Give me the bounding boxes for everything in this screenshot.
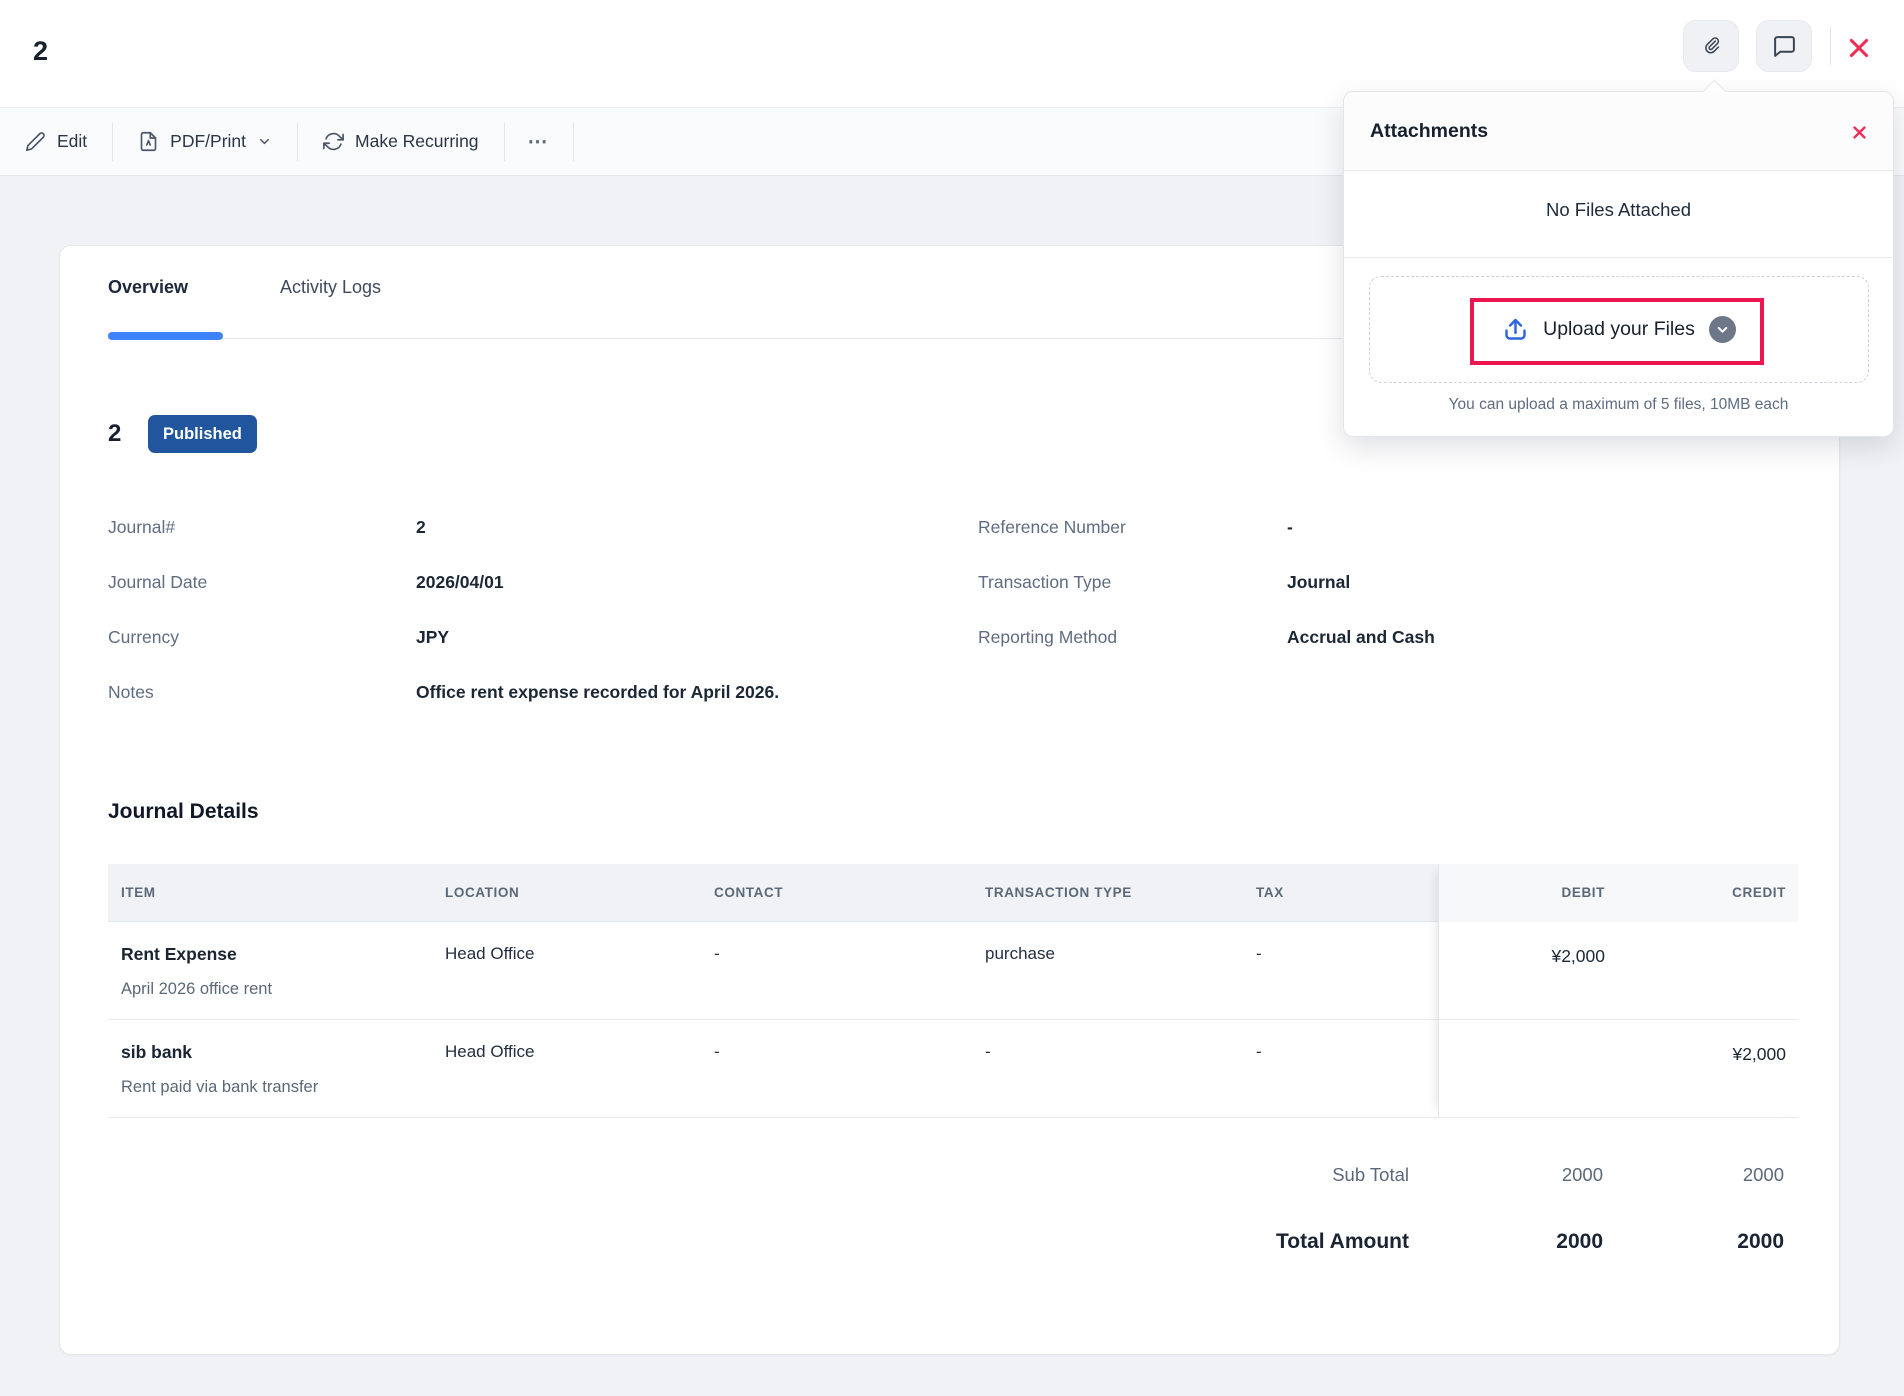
make-recurring-button[interactable]: Make Recurring xyxy=(298,108,504,175)
attachments-title: Attachments xyxy=(1370,120,1488,143)
upload-files-button[interactable]: Upload your Files xyxy=(1502,316,1736,343)
column-header-debit: DEBIT xyxy=(1562,864,1606,922)
more-actions-button[interactable]: ⋯ xyxy=(505,129,573,154)
field-label: Reporting Method xyxy=(978,627,1287,648)
field-row: Journal# 2 xyxy=(108,500,978,555)
journal-number-title: 2 xyxy=(108,420,121,448)
field-row: Reporting Method Accrual and Cash xyxy=(978,610,1838,665)
status-badge: Published xyxy=(148,415,257,453)
field-label: Journal# xyxy=(108,517,416,538)
field-row: Notes Office rent expense recorded for A… xyxy=(108,665,978,720)
row-transaction-type: purchase xyxy=(985,944,1055,964)
attachments-header: Attachments xyxy=(1344,92,1893,171)
chevron-down-icon xyxy=(257,134,272,149)
column-header-contact: CONTACT xyxy=(714,864,783,922)
upload-dropzone[interactable]: Upload your Files xyxy=(1369,276,1869,383)
row-tax: - xyxy=(1256,944,1262,964)
column-header-location: LOCATION xyxy=(445,864,519,922)
field-label: Journal Date xyxy=(108,572,416,593)
header-divider xyxy=(1830,27,1831,65)
tab-overview[interactable]: Overview xyxy=(108,277,188,298)
total-amount-credit: 2000 xyxy=(1737,1230,1784,1254)
journal-fields: Journal# 2 Journal Date 2026/04/01 Curre… xyxy=(108,500,1838,720)
make-recurring-label: Make Recurring xyxy=(355,131,479,152)
edit-label: Edit xyxy=(57,131,87,152)
row-transaction-type: - xyxy=(985,1042,991,1062)
pdf-file-icon xyxy=(138,131,159,152)
total-amount-debit: 2000 xyxy=(1556,1230,1603,1254)
field-value: Accrual and Cash xyxy=(1287,627,1435,648)
row-debit: ¥2,000 xyxy=(1551,946,1605,967)
field-label: Reference Number xyxy=(978,517,1287,538)
row-tax: - xyxy=(1256,1042,1262,1062)
sub-total-debit: 2000 xyxy=(1562,1164,1603,1186)
pdf-print-label: PDF/Print xyxy=(170,131,246,152)
attachments-close-button[interactable] xyxy=(1847,120,1871,144)
upload-options-chevron[interactable] xyxy=(1709,316,1736,343)
sub-total-label: Sub Total xyxy=(1332,1164,1409,1186)
chat-bubble-icon xyxy=(1772,34,1797,59)
toolbar-divider xyxy=(573,123,574,161)
field-label: Notes xyxy=(108,682,416,703)
field-row: Transaction Type Journal xyxy=(978,555,1838,610)
close-panel-button[interactable] xyxy=(1844,33,1874,63)
field-label: Transaction Type xyxy=(978,572,1287,593)
column-header-credit: CREDIT xyxy=(1732,864,1786,922)
field-value: 2026/04/01 xyxy=(416,572,504,593)
journal-details-table: ITEM LOCATION CONTACT TRANSACTION TYPE T… xyxy=(108,864,1798,1118)
tab-activity-logs[interactable]: Activity Logs xyxy=(280,277,381,298)
upload-icon xyxy=(1502,316,1529,343)
field-value: Journal xyxy=(1287,572,1350,593)
field-value: 2 xyxy=(416,517,426,538)
row-contact: - xyxy=(714,944,720,964)
pdf-print-button[interactable]: PDF/Print xyxy=(113,108,297,175)
field-value: Office rent expense recorded for April 2… xyxy=(416,682,779,703)
row-item-description: April 2026 office rent xyxy=(121,980,272,999)
row-contact: - xyxy=(714,1042,720,1062)
table-row: sib bank Rent paid via bank transfer Hea… xyxy=(108,1020,1798,1118)
field-row: Journal Date 2026/04/01 xyxy=(108,555,978,610)
comments-button[interactable] xyxy=(1756,20,1812,72)
column-header-transaction-type: TRANSACTION TYPE xyxy=(985,864,1132,922)
total-amount-label: Total Amount xyxy=(1276,1230,1409,1254)
field-label: Currency xyxy=(108,627,416,648)
attachments-popover: Attachments No Files Attached Upload you… xyxy=(1343,91,1894,437)
column-header-tax: TAX xyxy=(1256,864,1284,922)
no-files-text: No Files Attached xyxy=(1344,199,1893,221)
popover-divider xyxy=(1344,257,1893,258)
sub-total-credit: 2000 xyxy=(1743,1164,1784,1186)
field-value: - xyxy=(1287,517,1293,538)
paperclip-icon xyxy=(1698,33,1724,59)
edit-button[interactable]: Edit xyxy=(25,108,112,175)
row-item-name: sib bank xyxy=(121,1042,192,1063)
upload-files-label: Upload your Files xyxy=(1543,318,1695,341)
pencil-icon xyxy=(25,131,46,152)
active-tab-indicator xyxy=(108,332,223,340)
field-row: Reference Number - xyxy=(978,500,1838,555)
table-header-row: ITEM LOCATION CONTACT TRANSACTION TYPE T… xyxy=(108,864,1798,922)
row-location: Head Office xyxy=(445,944,534,964)
table-row: Rent Expense April 2026 office rent Head… xyxy=(108,922,1798,1020)
attachments-button[interactable] xyxy=(1683,20,1739,72)
close-icon xyxy=(1851,124,1868,141)
journal-details-heading: Journal Details xyxy=(108,800,259,824)
close-icon xyxy=(1846,35,1872,61)
row-item-name: Rent Expense xyxy=(121,944,237,965)
row-location: Head Office xyxy=(445,1042,534,1062)
row-item-description: Rent paid via bank transfer xyxy=(121,1078,318,1097)
field-value: JPY xyxy=(416,627,449,648)
recurring-icon xyxy=(323,131,344,152)
field-row: Currency JPY xyxy=(108,610,978,665)
window-title: 2 xyxy=(33,36,48,67)
column-header-item: ITEM xyxy=(121,864,156,922)
upload-limit-hint: You can upload a maximum of 5 files, 10M… xyxy=(1344,396,1893,414)
row-credit: ¥2,000 xyxy=(1732,1044,1786,1065)
